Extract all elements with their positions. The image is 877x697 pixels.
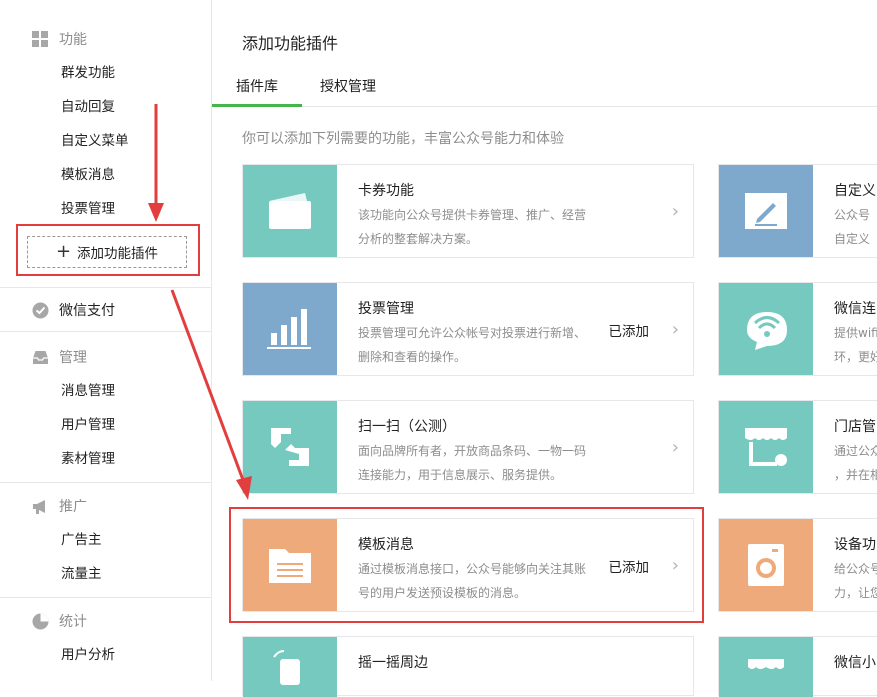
arrow-diagonal-head <box>236 476 252 500</box>
arrow-down-head <box>148 203 164 222</box>
annotation-arrows <box>148 104 252 500</box>
arrow-diagonal-line <box>170 289 245 481</box>
